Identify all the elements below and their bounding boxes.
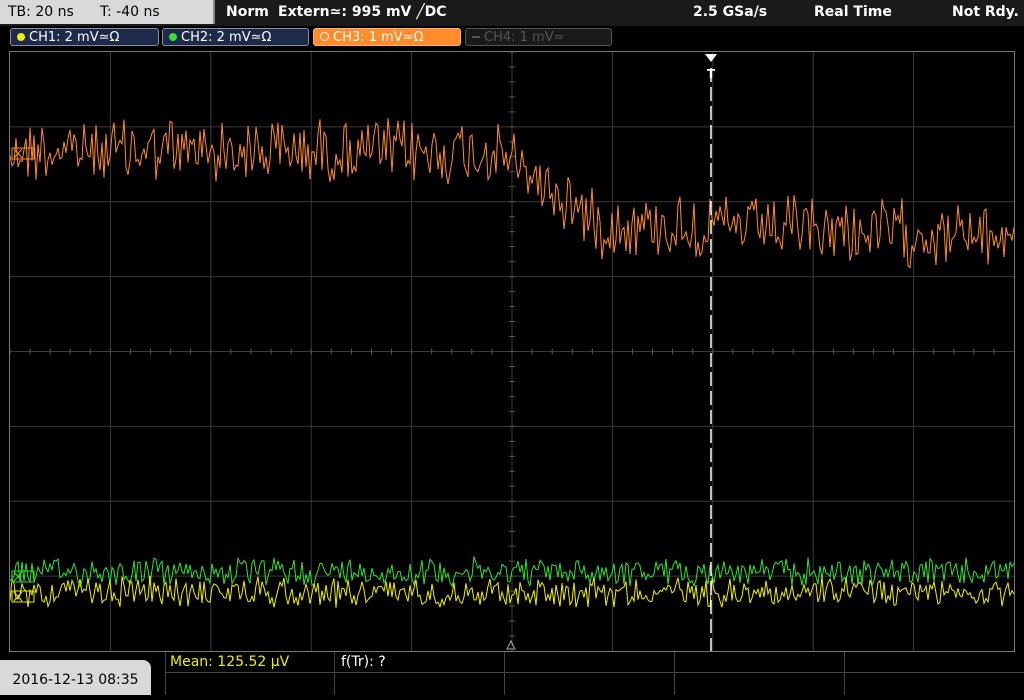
mean-measurement: Mean: 125.52 µV (170, 654, 290, 670)
measurement-slot-empty-2[interactable] (674, 652, 844, 695)
acquisition-mode[interactable]: Real Time (814, 0, 892, 24)
sample-rate[interactable]: 2.5 GSa/s (693, 0, 767, 24)
channel-2-label: CH2: 2 mV≃Ω (181, 30, 272, 45)
trigger-position-label: T (707, 67, 716, 81)
trigger-mode[interactable]: Norm (226, 0, 269, 24)
channel-3-button[interactable]: CH3: 1 mV≃Ω (313, 28, 461, 46)
waveform-display[interactable]: T (9, 51, 1015, 652)
measurement-slot-mean[interactable]: Mean: 125.52 µV (165, 652, 334, 695)
trigger-position-arrow-icon[interactable] (705, 54, 717, 62)
measurement-slot-empty-1[interactable] (504, 652, 674, 695)
graticule (9, 51, 1014, 651)
channel-1-label: CH1: 2 mV≃Ω (29, 30, 120, 45)
channel-2-button[interactable]: CH2: 2 mV≃Ω (162, 28, 309, 46)
timebase-box[interactable]: TB: 20 ns T: -40 ns (0, 0, 215, 24)
timebase-readout[interactable]: TB: 20 ns (8, 0, 74, 24)
waveform-canvas[interactable]: T (9, 51, 1015, 651)
date-time-text: 2016-12-13 08:35 (12, 672, 139, 688)
date-time-display: 2016-12-13 08:35 (0, 660, 151, 695)
ftr-measurement: f(Tr): ? (341, 654, 386, 670)
measurement-bar: 2016-12-13 08:35 Mean: 125.52 µV f(Tr): … (0, 652, 1024, 695)
channel-2-indicator-icon (169, 33, 177, 41)
channel-bar: CH1: 2 mV≃Ω CH2: 2 mV≃Ω CH3: 1 mV≃Ω CH4:… (0, 26, 1024, 50)
trigger-source[interactable]: Extern≃: 995 mV ╱DC (278, 0, 447, 24)
measurement-slot-ftr[interactable]: f(Tr): ? (334, 652, 504, 695)
measurement-row-divider (165, 672, 1024, 673)
trigger-time-readout[interactable]: T: -40 ns (100, 0, 160, 24)
channel-4-label: CH4: 1 mV≃ (484, 30, 565, 45)
top-status-bar: TB: 20 ns T: -40 ns Norm Extern≃: 995 mV… (0, 0, 1024, 26)
channel-1-button[interactable]: CH1: 2 mV≃Ω (10, 28, 159, 46)
channel-1-indicator-icon (17, 33, 25, 41)
acquisition-status: Not Rdy. (952, 4, 1019, 20)
channel-4-button[interactable]: CH4: 1 mV≃ (465, 28, 612, 46)
horizontal-offset-marker-icon[interactable] (506, 639, 516, 650)
channel-4-indicator-icon (472, 36, 480, 38)
channel-3-indicator-icon (320, 32, 329, 41)
measurement-slot-empty-3[interactable] (844, 652, 1024, 695)
channel-3-label: CH3: 1 mV≃Ω (333, 30, 424, 45)
